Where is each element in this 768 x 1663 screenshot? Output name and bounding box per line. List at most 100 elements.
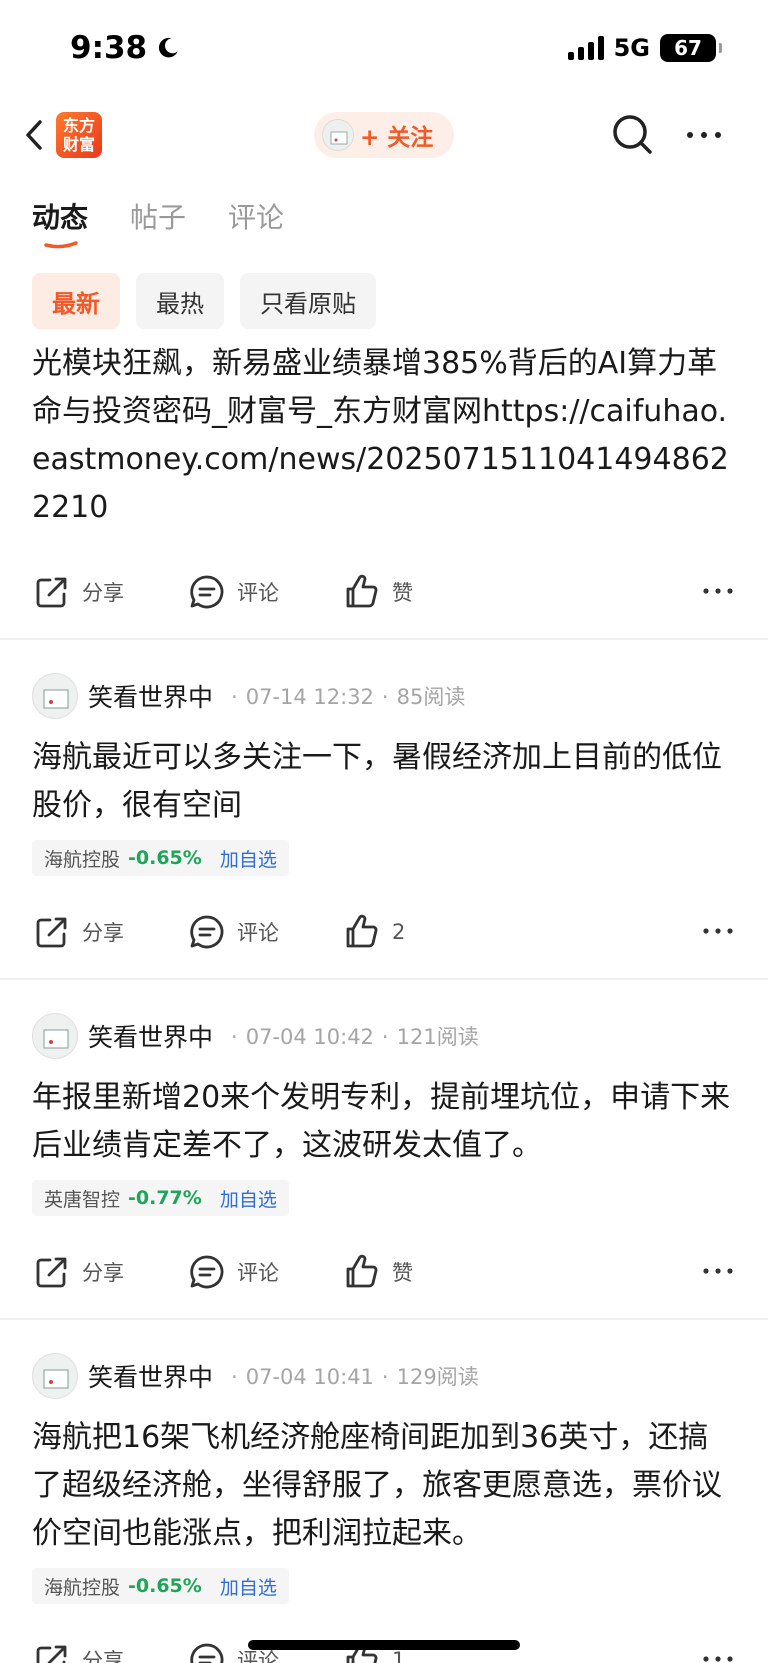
signal-icon bbox=[567, 36, 604, 60]
share-label: 分享 bbox=[82, 581, 124, 605]
post-item: 光模块狂飙，新易盛业绩暴增385%背后的AI算力革命与投资密码_财富号_东方财富… bbox=[0, 340, 768, 632]
filter-bar: 最新 最热 只看原贴 bbox=[32, 273, 376, 329]
share-label: 分享 bbox=[82, 921, 124, 945]
stock-tag[interactable]: 海航控股 -0.65% 加自选 bbox=[32, 840, 289, 876]
more-icon[interactable] bbox=[682, 120, 726, 150]
read-count: 85阅读 bbox=[396, 685, 466, 709]
stock-change: -0.65% bbox=[128, 847, 202, 869]
share-button[interactable]: 分享 bbox=[32, 1640, 187, 1663]
thumbs-up-icon bbox=[346, 914, 378, 948]
post-feed: 光模块狂飙，新易盛业绩暴增385%背后的AI算力革命与投资密码_财富号_东方财富… bbox=[0, 340, 768, 1663]
status-time: 9:38 bbox=[70, 30, 181, 66]
comment-label: 评论 bbox=[237, 921, 279, 945]
filter-original-only[interactable]: 只看原贴 bbox=[240, 273, 376, 329]
back-icon[interactable] bbox=[16, 110, 56, 160]
filter-latest[interactable]: 最新 bbox=[32, 273, 120, 329]
thumbs-up-icon bbox=[346, 574, 378, 608]
battery-icon: 67 bbox=[660, 34, 722, 62]
follow-button[interactable]: + 关注 bbox=[314, 112, 454, 158]
like-button[interactable]: 赞 bbox=[342, 1252, 497, 1292]
like-button[interactable]: 赞 bbox=[342, 572, 497, 612]
post-text[interactable]: 光模块狂飙，新易盛业绩暴增385%背后的AI算力革命与投资密码_财富号_东方财富… bbox=[32, 340, 736, 532]
comment-button[interactable]: 评论 bbox=[187, 572, 342, 612]
more-options-icon[interactable] bbox=[700, 1644, 736, 1663]
stock-name: 海航控股 bbox=[44, 1576, 121, 1599]
app-logo: 东方财富 bbox=[56, 112, 102, 158]
status-bar: 9:38 5G 67 bbox=[0, 0, 768, 100]
tab-posts[interactable]: 帖子 bbox=[130, 196, 186, 248]
more-options-icon[interactable] bbox=[700, 916, 736, 946]
add-watchlist-button[interactable]: 加自选 bbox=[220, 1573, 277, 1600]
share-button[interactable]: 分享 bbox=[32, 1252, 187, 1292]
stock-name: 海航控股 bbox=[44, 848, 121, 871]
post-date: 07-04 10:42 bbox=[245, 1025, 374, 1049]
user-avatar-icon bbox=[322, 119, 354, 151]
clock-text: 9:38 bbox=[70, 30, 148, 66]
comment-icon bbox=[190, 575, 224, 609]
stock-tag[interactable]: 海航控股 -0.65% 加自选 bbox=[32, 1568, 289, 1604]
add-watchlist-button[interactable]: 加自选 bbox=[220, 845, 277, 872]
post-item: 笑看世界中 · 07-14 12:32 · 85阅读 海航最近可以多关注一下，暑假经济… bbox=[0, 640, 768, 972]
tab-comments[interactable]: 评论 bbox=[228, 196, 284, 248]
more-options-icon[interactable] bbox=[700, 576, 736, 606]
read-count: 121阅读 bbox=[396, 1025, 479, 1049]
share-icon bbox=[36, 1645, 67, 1663]
like-count: 2 bbox=[392, 920, 406, 944]
more-options-icon[interactable] bbox=[700, 1256, 736, 1286]
like-count: 1 bbox=[392, 1648, 406, 1663]
comment-label: 评论 bbox=[237, 581, 279, 605]
like-count: 赞 bbox=[392, 1261, 413, 1285]
avatar[interactable] bbox=[32, 1013, 78, 1059]
home-indicator[interactable] bbox=[248, 1640, 520, 1650]
post-header: 笑看世界中 · 07-04 10:41 · 129阅读 bbox=[32, 1320, 736, 1414]
comment-icon bbox=[190, 1255, 224, 1289]
post-text[interactable]: 海航最近可以多关注一下，暑假经济加上目前的低位股价，很有空间 bbox=[32, 734, 736, 830]
comment-icon bbox=[190, 1643, 224, 1663]
post-header: 笑看世界中 · 07-04 10:42 · 121阅读 bbox=[32, 980, 736, 1074]
share-button[interactable]: 分享 bbox=[32, 572, 187, 612]
filter-hottest[interactable]: 最热 bbox=[136, 273, 224, 329]
share-icon bbox=[36, 577, 67, 608]
share-button[interactable]: 分享 bbox=[32, 912, 187, 952]
author-name[interactable]: 笑看世界中 bbox=[88, 678, 213, 714]
post-header: 笑看世界中 · 07-14 12:32 · 85阅读 bbox=[32, 640, 736, 734]
author-name[interactable]: 笑看世界中 bbox=[88, 1018, 213, 1054]
battery-level: 67 bbox=[674, 36, 702, 60]
stock-change: -0.77% bbox=[128, 1187, 202, 1209]
read-count: 129阅读 bbox=[396, 1365, 479, 1389]
author-name[interactable]: 笑看世界中 bbox=[88, 1358, 213, 1394]
nav-bar: 东方财富 + 关注 bbox=[0, 100, 768, 172]
stock-change: -0.65% bbox=[128, 1575, 202, 1597]
post-text[interactable]: 年报里新增20来个发明专利，提前埋坑位，申请下来后业绩肯定差不了，这波研发太值了… bbox=[32, 1074, 736, 1170]
comment-button[interactable]: 评论 bbox=[187, 912, 342, 952]
post-meta: · 07-04 10:42 · 121阅读 bbox=[231, 1025, 479, 1049]
post-date: 07-04 10:41 bbox=[245, 1365, 374, 1389]
post-item: 笑看世界中 · 07-04 10:41 · 129阅读 海航把16架飞机经济舱座椅间距… bbox=[0, 1320, 768, 1663]
post-date: 07-14 12:32 bbox=[245, 685, 374, 709]
post-meta: · 07-04 10:41 · 129阅读 bbox=[231, 1365, 479, 1389]
status-indicators: 5G 67 bbox=[567, 34, 722, 62]
post-meta: · 07-14 12:32 · 85阅读 bbox=[231, 685, 466, 709]
avatar[interactable] bbox=[32, 673, 78, 719]
tab-bar: 动态 帖子 评论 bbox=[32, 196, 284, 256]
tab-label: 帖子 bbox=[130, 201, 187, 234]
post-text[interactable]: 海航把16架飞机经济舱座椅间距加到36英寸，还搞了超级经济舱，坐得舒服了，旅客更… bbox=[32, 1414, 736, 1558]
post-actions: 分享 评论 2 bbox=[32, 892, 736, 972]
avatar[interactable] bbox=[32, 1353, 78, 1399]
add-watchlist-button[interactable]: 加自选 bbox=[220, 1185, 277, 1212]
stock-name: 英唐智控 bbox=[44, 1188, 121, 1211]
post-item: 笑看世界中 · 07-04 10:42 · 121阅读 年报里新增20来个发明专利，提… bbox=[0, 980, 768, 1312]
comment-icon bbox=[190, 915, 224, 949]
follow-label: + 关注 bbox=[360, 125, 434, 151]
stock-tag[interactable]: 英唐智控 -0.77% 加自选 bbox=[32, 1180, 289, 1216]
like-button[interactable]: 2 bbox=[342, 912, 497, 952]
tab-label: 动态 bbox=[32, 201, 89, 234]
search-icon[interactable] bbox=[610, 112, 656, 158]
share-label: 分享 bbox=[82, 1649, 124, 1663]
comment-button[interactable]: 评论 bbox=[187, 1252, 342, 1292]
tab-dynamic[interactable]: 动态 bbox=[32, 196, 89, 249]
like-count: 赞 bbox=[392, 581, 413, 605]
comment-label: 评论 bbox=[237, 1261, 279, 1285]
network-label: 5G bbox=[613, 34, 650, 62]
moon-icon bbox=[159, 37, 178, 58]
